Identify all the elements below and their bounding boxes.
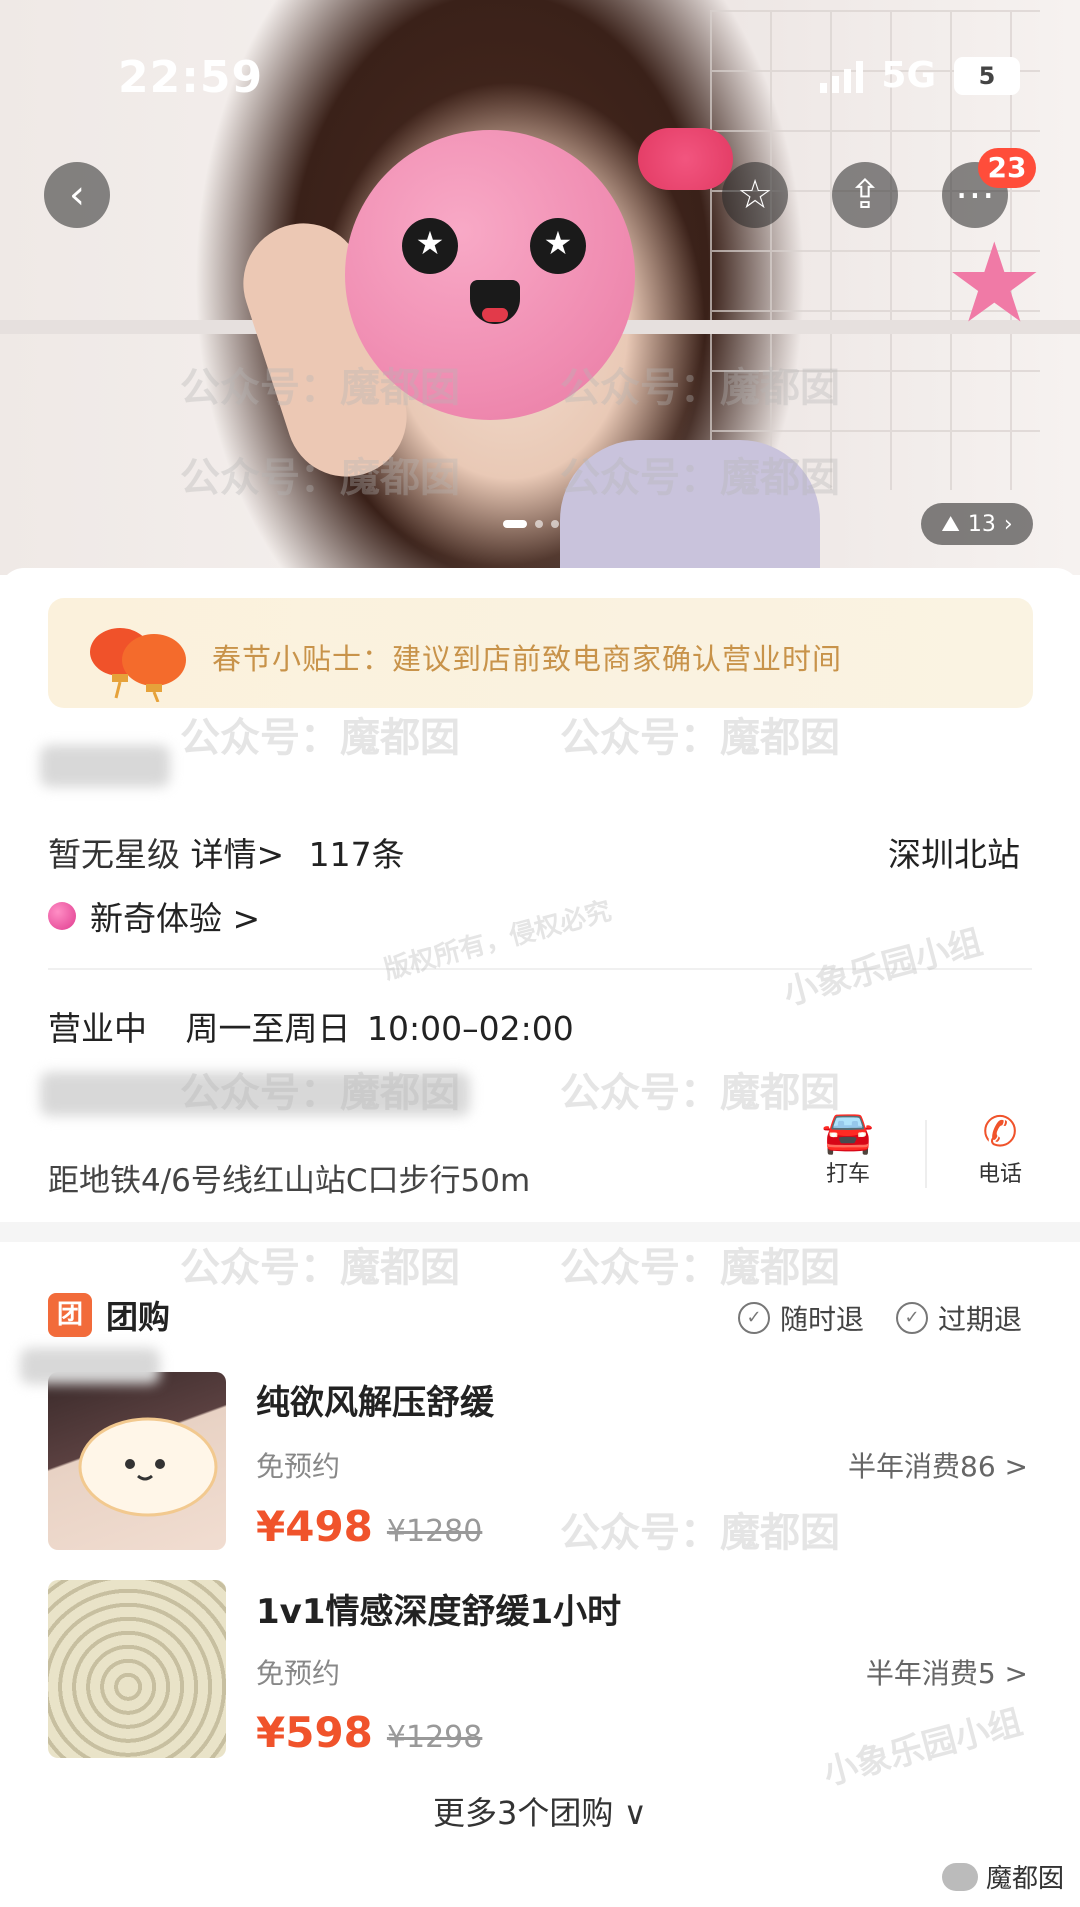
star-outline-icon: ☆ <box>737 172 773 218</box>
refund-anytime: ✓ 随时退 <box>738 1298 864 1338</box>
status-indicators: 5G 5 <box>820 55 1020 96</box>
signal-icon <box>820 59 864 93</box>
deal-price: ¥498 ¥1280 <box>256 1502 482 1551</box>
shoulder <box>560 440 820 575</box>
sticker-eye-left <box>402 218 458 274</box>
rating-text: 暂无星级 <box>48 835 180 874</box>
holiday-tip-text: 春节小贴士：建议到店前致电商家确认营业时间 <box>212 642 843 676</box>
hours-status: 营业中 <box>48 1009 147 1048</box>
battery-icon: 5 <box>954 56 1020 95</box>
hours-row[interactable]: 营业中 周一至周日 10:00–02:00 <box>48 1002 574 1050</box>
deal-price-now: ¥498 <box>256 1502 373 1551</box>
deal-title[interactable]: 1v1情感深度舒缓1小时 <box>256 1584 621 1633</box>
lantern-icon <box>90 628 186 702</box>
chevron-right-icon: › <box>1003 511 1013 537</box>
back-button[interactable]: ‹ <box>44 162 110 228</box>
refund-expired-label: 过期退 <box>938 1303 1023 1336</box>
subway-info: 距地铁4/6号线红山站C口步行50m <box>48 1163 531 1199</box>
section-gap <box>0 1222 1080 1242</box>
review-count[interactable]: 117条 <box>309 835 405 874</box>
image-count: 13 <box>967 511 996 537</box>
notification-badge: 23 <box>978 148 1036 188</box>
deal-title[interactable]: 纯欲风解压舒缓 <box>256 1375 494 1424</box>
sticker-eye-right <box>530 218 586 274</box>
deal-price-now: ¥598 <box>256 1708 373 1757</box>
carousel-indicator <box>503 520 559 528</box>
deal-image[interactable] <box>48 1372 226 1550</box>
check-circle-icon: ✓ <box>738 1302 770 1334</box>
deal-price: ¥598 ¥1298 <box>256 1708 482 1757</box>
share-icon: ⇪ <box>848 172 882 218</box>
tag-label: 新奇体验 > <box>90 899 261 938</box>
taxi-label: 打车 <box>825 1162 870 1187</box>
more-deals-button[interactable]: 更多3个团购 ∨ <box>0 1788 1080 1834</box>
cloud-sticker-icon <box>78 1417 218 1517</box>
hero-photo[interactable]: ★ 公众号：魔都囡 公众号：魔都囡 公众号：魔都囡 公众号：魔都囡 22:59 … <box>0 0 1080 575</box>
address-redacted <box>40 1072 470 1116</box>
refund-expired: ✓ 过期退 <box>896 1298 1022 1338</box>
details-link[interactable]: 详情> <box>191 835 285 874</box>
refund-anytime-label: 随时退 <box>780 1303 865 1336</box>
deal-price-original: ¥1280 <box>386 1514 483 1549</box>
deal-sales[interactable]: 半年消费5 > <box>866 1652 1028 1692</box>
favorite-button[interactable]: ☆ <box>722 162 788 228</box>
deal-image[interactable] <box>48 1580 226 1758</box>
share-button[interactable]: ⇪ <box>832 162 898 228</box>
deal-price-original: ¥1298 <box>386 1720 483 1755</box>
tag-dot-icon <box>48 902 76 930</box>
phone-label: 电话 <box>977 1162 1022 1187</box>
group-buy-header: 团 团购 <box>48 1292 170 1338</box>
group-buy-title: 团购 <box>106 1298 171 1336</box>
action-divider <box>925 1120 927 1188</box>
group-buy-logo-icon: 团 <box>48 1293 92 1337</box>
image-icon: ⛰ <box>941 511 960 537</box>
face-cover-sticker <box>345 130 635 420</box>
car-icon: 🚘 <box>821 1107 875 1156</box>
deal-sales[interactable]: 半年消费86 > <box>848 1445 1028 1485</box>
star-decoration: ★ <box>945 219 1044 347</box>
shop-name-redacted <box>40 745 170 787</box>
tag-row[interactable]: 新奇体验 > <box>48 892 260 940</box>
footer-watermark-text: 魔都囡 <box>986 1864 1065 1894</box>
divider <box>48 968 1032 970</box>
deal-note: 免预约 <box>256 1450 341 1483</box>
check-circle-icon: ✓ <box>896 1302 928 1334</box>
status-time: 22:59 <box>118 52 264 103</box>
wechat-icon <box>942 1862 978 1891</box>
taxi-button[interactable]: 🚘 打车 <box>788 1108 908 1188</box>
chevron-left-icon: ‹ <box>69 172 85 218</box>
image-counter[interactable]: ⛰ 13 › <box>921 503 1033 545</box>
rating-row[interactable]: 暂无星级 详情> 117条 <box>48 828 405 876</box>
network-label: 5G <box>881 55 936 96</box>
hair-clip <box>638 128 733 190</box>
hours-text: 周一至周日 10:00–02:00 <box>185 1009 574 1048</box>
redacted-block <box>20 1348 160 1384</box>
deal-note: 免预约 <box>256 1657 341 1690</box>
phone-icon: ✆ <box>982 1107 1018 1156</box>
footer-watermark: 魔都囡 <box>942 1858 1064 1895</box>
location-label[interactable]: 深圳北站 <box>888 828 1020 876</box>
phone-button[interactable]: ✆ 电话 <box>940 1108 1060 1188</box>
